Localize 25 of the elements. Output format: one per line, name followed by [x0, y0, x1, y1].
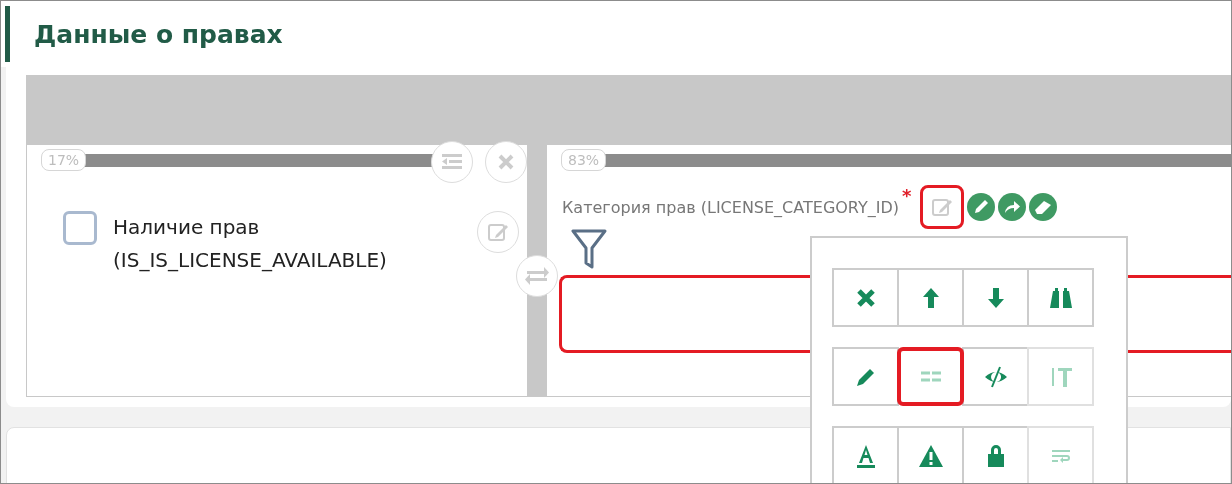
column-resize-bar[interactable] [84, 153, 433, 167]
checkbox[interactable] [63, 211, 97, 245]
field-label: Категория прав (LICENSE_CATEGORY_ID) [562, 197, 899, 217]
width-percent: 17% [41, 149, 87, 171]
up-button[interactable] [897, 268, 964, 327]
pencil-icon[interactable] [967, 193, 996, 221]
indent-icon [440, 152, 464, 172]
edit-icon [931, 196, 954, 218]
column-resize-bar[interactable] [604, 153, 1231, 167]
width-percent: 83% [561, 149, 607, 171]
close-icon [497, 153, 515, 171]
underline-button[interactable] [832, 426, 899, 483]
section-title: Данные о правах [34, 19, 283, 49]
filter-icon[interactable] [571, 229, 607, 269]
edit-button[interactable] [920, 185, 965, 229]
eraser-icon[interactable] [1029, 193, 1058, 221]
edit-icon [487, 221, 509, 243]
field-label: Наличие прав (IS_IS_LICENSE_AVAILABLE) [113, 214, 388, 274]
down-button[interactable] [962, 268, 1029, 327]
list-button[interactable] [897, 347, 964, 406]
visibility-button[interactable] [962, 347, 1029, 406]
search-button[interactable] [1027, 268, 1094, 327]
swap-icon [524, 266, 550, 286]
required-mark: * [902, 185, 912, 206]
delete-button[interactable] [832, 268, 899, 327]
